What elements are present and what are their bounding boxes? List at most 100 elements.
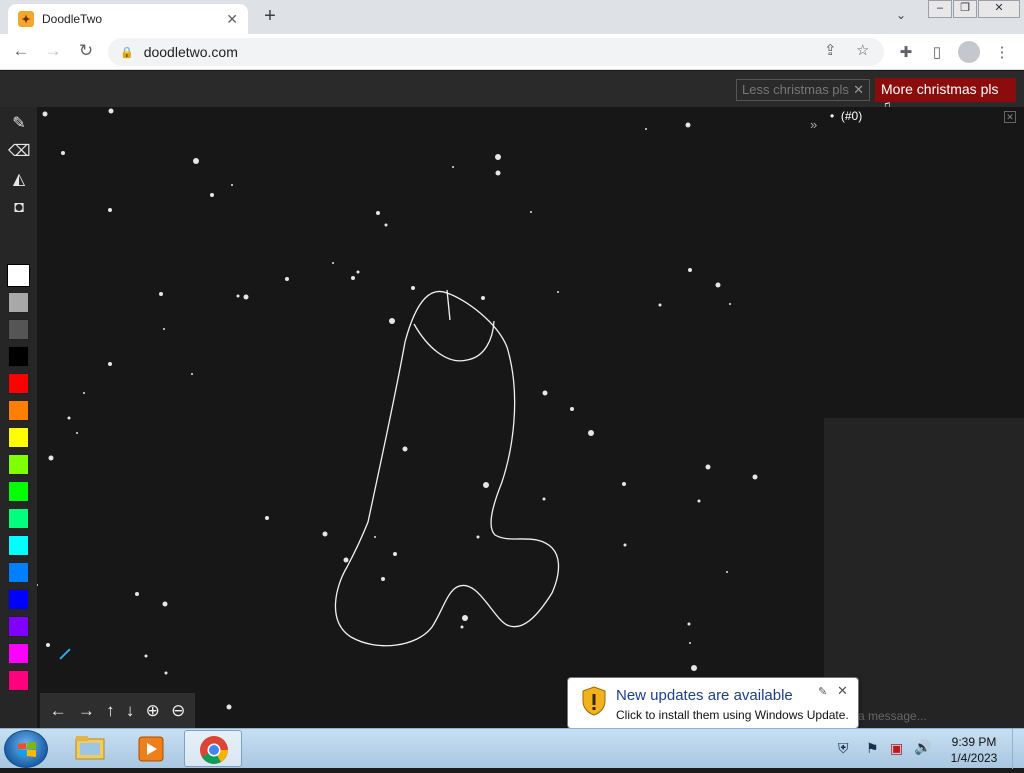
notification-options-icon[interactable]: ✎	[818, 685, 827, 698]
snowflake	[530, 211, 532, 213]
snowflake	[697, 499, 701, 503]
color-swatch[interactable]	[8, 616, 29, 637]
close-panel-icon[interactable]: ✕	[1004, 111, 1016, 123]
notification-message: Click to install them using Windows Upda…	[616, 708, 849, 722]
color-swatch[interactable]	[8, 508, 29, 529]
eraser-icon[interactable]: ⌫	[8, 141, 31, 163]
color-swatch[interactable]	[8, 535, 29, 556]
snowflake	[343, 557, 349, 563]
fill-bucket-icon[interactable]: ◭	[8, 169, 30, 191]
snowflake	[622, 482, 626, 486]
notification-close-icon[interactable]: ✕	[837, 683, 848, 699]
snowflake	[685, 122, 691, 128]
restore-button[interactable]: ❐	[953, 0, 977, 18]
tab-close-icon[interactable]: ✕	[226, 11, 238, 28]
side-panel-icon[interactable]: ▯	[927, 43, 947, 61]
pan-down-icon[interactable]: ↓	[126, 701, 135, 721]
user-list-item[interactable]: (#0)	[841, 109, 862, 123]
snowflake	[61, 151, 65, 155]
volume-icon[interactable]: 🔊	[914, 739, 931, 756]
snowflake	[67, 416, 71, 420]
windows-update-notification[interactable]: New updates are available Click to insta…	[567, 677, 859, 740]
snowflake	[210, 193, 214, 197]
reload-icon[interactable]: ↻	[76, 42, 96, 62]
snowflake	[623, 543, 627, 547]
minimize-button[interactable]: –	[928, 0, 952, 18]
pan-left-icon[interactable]: ←	[50, 701, 67, 721]
folder-icon	[75, 736, 105, 760]
clock-time: 9:39 PM	[951, 735, 997, 749]
tab-strip: ✦ DoodleTwo ✕ + ⌄ – ❐ ✕	[0, 0, 1024, 34]
zoom-out-icon[interactable]: ⊖	[171, 701, 185, 721]
windows-update-tray-icon[interactable]: ⛨	[838, 740, 849, 757]
profile-avatar[interactable]	[958, 41, 980, 63]
close-window-button[interactable]: ✕	[978, 0, 1020, 18]
snowflake	[46, 643, 50, 647]
system-clock[interactable]: 9:39 PM 1/4/2023	[944, 734, 1004, 766]
color-swatch[interactable]	[8, 346, 29, 367]
back-icon[interactable]: ←	[11, 42, 31, 62]
color-swatch[interactable]	[8, 373, 29, 394]
color-swatch[interactable]	[8, 643, 29, 664]
snowflake	[460, 625, 464, 629]
action-center-icon[interactable]: ⚑	[866, 740, 879, 757]
color-swatch[interactable]	[8, 589, 29, 610]
pan-up-icon[interactable]: ↑	[106, 701, 115, 721]
menu-kebab-icon[interactable]: ⋮	[992, 43, 1012, 61]
network-warning-icon[interactable]: ▣	[890, 740, 903, 757]
taskbar-explorer[interactable]	[60, 730, 118, 767]
warning-shield-icon	[582, 686, 606, 716]
share-icon[interactable]: ⇪	[824, 41, 837, 59]
less-christmas-label: Less christmas pls	[742, 82, 849, 97]
snowflake	[411, 286, 415, 290]
extensions-icon[interactable]: ✚	[896, 43, 916, 61]
snowflake	[687, 622, 691, 626]
address-bar[interactable]: 🔒 doodletwo.com ⇪ ☆	[108, 38, 884, 66]
doodletwo-page: Less christmas pls ✕ More christmas pls …	[0, 71, 1024, 751]
new-tab-button[interactable]: +	[258, 6, 282, 28]
snowflake	[144, 654, 148, 658]
color-swatch[interactable]	[8, 319, 29, 340]
tab-search-icon[interactable]: ⌄	[896, 8, 906, 22]
snowflake	[332, 262, 334, 264]
windows-logo-icon	[18, 742, 36, 757]
taskbar-media-player[interactable]	[122, 730, 180, 767]
color-swatch[interactable]	[8, 562, 29, 583]
camera-icon[interactable]: ◘	[8, 197, 30, 219]
tab-doodletwo[interactable]: ✦ DoodleTwo ✕	[8, 4, 248, 34]
taskbar-chrome[interactable]	[184, 730, 242, 767]
color-swatch[interactable]	[8, 670, 29, 691]
color-swatch[interactable]	[8, 427, 29, 448]
snowflake	[356, 270, 360, 274]
start-button[interactable]	[4, 730, 48, 768]
zoom-in-icon[interactable]: ⊕	[146, 701, 160, 721]
snowflake	[265, 516, 269, 520]
color-swatch[interactable]	[8, 400, 29, 421]
show-desktop-button[interactable]	[1012, 729, 1024, 769]
snowflake	[688, 268, 692, 272]
more-christmas-button[interactable]: More christmas pls ♫	[875, 78, 1016, 113]
color-swatch[interactable]	[8, 454, 29, 475]
color-swatch[interactable]	[8, 481, 29, 502]
user-list: • (#0)	[830, 109, 862, 123]
snowflake	[376, 211, 380, 215]
snowflake	[481, 296, 485, 300]
snowflake	[752, 474, 758, 480]
snowflake	[588, 430, 594, 436]
less-christmas-button[interactable]: Less christmas pls ✕	[736, 79, 870, 101]
snowflake	[108, 362, 112, 366]
snowflake	[381, 577, 385, 581]
user-bullet: •	[830, 109, 841, 123]
snowflake	[726, 571, 728, 573]
color-swatch[interactable]	[8, 265, 29, 286]
forward-icon[interactable]: →	[43, 42, 63, 62]
snowflake	[570, 407, 574, 411]
pan-right-icon[interactable]: →	[78, 701, 95, 721]
doodle-stroke	[334, 290, 560, 647]
bookmark-star-icon[interactable]: ☆	[856, 41, 869, 59]
color-swatch[interactable]	[8, 292, 29, 313]
pencil-icon[interactable]: ✎	[8, 113, 30, 135]
windows-taskbar: ⛨ ⚑ ▣ 🔊 9:39 PM 1/4/2023	[0, 728, 1024, 769]
collapse-panel-icon[interactable]: »	[810, 117, 817, 132]
notification-title: New updates are available	[616, 687, 793, 704]
